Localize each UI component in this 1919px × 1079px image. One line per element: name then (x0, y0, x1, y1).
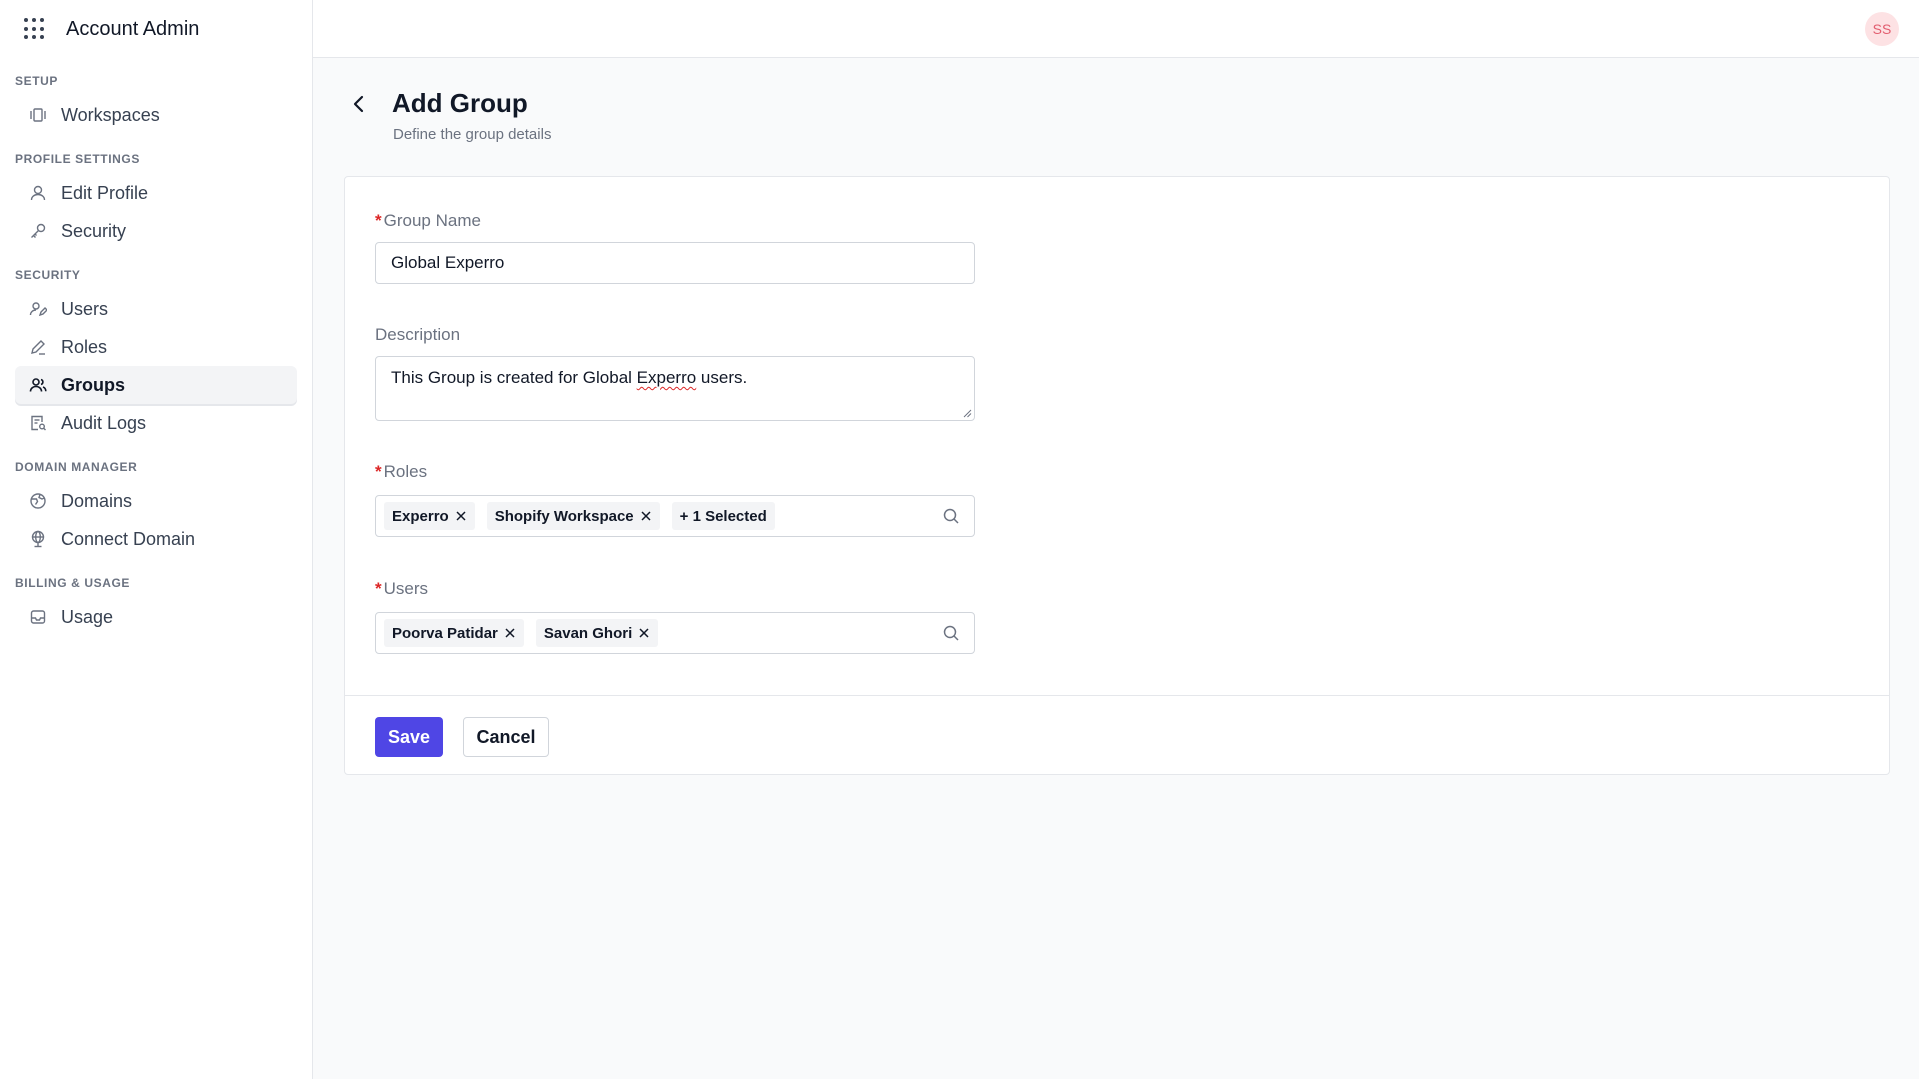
sidebar-item-label: Audit Logs (61, 412, 147, 433)
sidebar-item-connect-domain[interactable]: Connect Domain (15, 520, 297, 558)
save-button[interactable]: Save (375, 717, 443, 757)
sidebar-item-label: Usage (61, 606, 114, 627)
sidebar-item-groups[interactable]: Groups (15, 366, 297, 404)
section-title-setup: SETUP (15, 74, 59, 88)
chevron-left-icon (353, 95, 364, 113)
form-divider (345, 695, 1889, 696)
user-edit-icon (27, 298, 49, 320)
sidebar-item-label: Connect Domain (61, 528, 196, 549)
spellcheck-word: Experro (636, 368, 697, 387)
sidebar-item-domains[interactable]: Domains (15, 482, 297, 520)
more-selected-chip[interactable]: + 1 Selected (671, 502, 775, 530)
sidebar-item-audit-logs[interactable]: Audit Logs (15, 404, 297, 442)
required-marker: * (375, 211, 382, 230)
sidebar-item-roles[interactable]: Roles (15, 328, 297, 366)
sidebar-item-users[interactable]: Users (15, 290, 297, 328)
back-button[interactable] (350, 92, 368, 116)
sidebar-item-label: Groups (61, 374, 126, 395)
remove-chip-icon[interactable] (455, 510, 467, 522)
cancel-button[interactable]: Cancel (463, 717, 549, 757)
inbox-icon (27, 606, 49, 628)
sidebar-item-label: Edit Profile (61, 182, 149, 203)
key-icon (27, 220, 49, 242)
section-title-domain-manager: DOMAIN MANAGER (15, 460, 138, 474)
globe-connect-icon (27, 528, 49, 550)
roles-multiselect[interactable]: Experro Shopify Workspace + 1 Selected (375, 495, 975, 537)
sidebar-item-workspaces[interactable]: Workspaces (15, 96, 297, 134)
remove-chip-icon[interactable] (640, 510, 652, 522)
page-subtitle: Define the group details (393, 126, 552, 143)
description-label: Description (375, 325, 461, 344)
sidebar-item-usage[interactable]: Usage (15, 598, 297, 636)
users-multiselect[interactable]: Poorva Patidar Savan Ghori (375, 612, 975, 654)
group-form-card: * Group Name Global Experro Description T… (344, 176, 1890, 775)
globe-icon (27, 490, 49, 512)
section-title-billing-usage: BILLING & USAGE (15, 576, 131, 590)
pencil-icon (27, 336, 49, 358)
group-name-input[interactable]: Global Experro (375, 242, 975, 284)
role-chip: Experro (384, 502, 475, 530)
sidebar-item-edit-profile[interactable]: Edit Profile (15, 174, 297, 212)
description-textarea[interactable]: This Group is created for Global Experro… (375, 356, 975, 421)
sidebar-item-label: Security (61, 220, 127, 241)
sidebar-item-label: Users (61, 298, 109, 319)
section-title-profile-settings: PROFILE SETTINGS (15, 152, 140, 166)
required-marker: * (375, 579, 382, 598)
users-icon (27, 374, 49, 396)
group-name-label: * Group Name (375, 211, 481, 230)
topbar: SS (313, 0, 1919, 58)
sidebar-item-label: Roles (61, 336, 108, 357)
role-chip: Shopify Workspace (486, 502, 660, 530)
section-title-security: SECURITY (15, 268, 81, 282)
sidebar: Account Admin SETUP Workspaces PROFILE S… (0, 0, 313, 1079)
user-chip: Poorva Patidar (384, 619, 524, 647)
search-icon (943, 508, 959, 524)
app-header: Account Admin (0, 0, 312, 58)
app-launcher-icon[interactable] (24, 18, 46, 40)
app-title: Account Admin (66, 17, 200, 40)
required-marker: * (375, 462, 382, 481)
user-chip: Savan Ghori (535, 619, 659, 647)
page-title: Add Group (392, 88, 528, 118)
remove-chip-icon[interactable] (504, 627, 516, 639)
sidebar-item-security[interactable]: Security (15, 212, 297, 250)
users-label: * Users (375, 579, 429, 598)
roles-label: * Roles (375, 462, 428, 481)
user-icon (27, 182, 49, 204)
document-search-icon (27, 412, 49, 434)
avatar[interactable]: SS (1865, 12, 1899, 46)
search-icon (943, 625, 959, 641)
sidebar-item-label: Workspaces (61, 104, 160, 125)
workspaces-icon (27, 104, 49, 126)
remove-chip-icon[interactable] (638, 627, 650, 639)
resize-handle-icon[interactable] (963, 409, 972, 418)
sidebar-item-label: Domains (61, 490, 133, 511)
